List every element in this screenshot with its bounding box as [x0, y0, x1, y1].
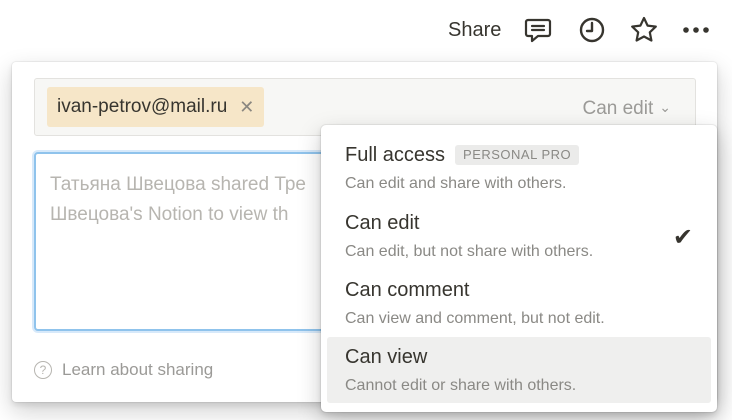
option-description: Can edit and share with others. [345, 175, 567, 192]
option-title: Can view [345, 343, 427, 371]
chip-email: ivan-petrov@mail.ru [57, 96, 228, 117]
menu-option-can-view[interactable]: Can view Cannot edit or share with other… [327, 337, 711, 403]
permission-select[interactable]: Can edit ⌄ [582, 93, 671, 121]
close-icon[interactable]: ✕ [239, 97, 254, 118]
menu-option-can-edit[interactable]: Can edit Can edit, but not share with ot… [327, 203, 711, 269]
more-icon[interactable] [680, 14, 712, 46]
option-title-text: Can edit [345, 212, 420, 234]
option-description: Can view and comment, but not edit. [345, 310, 605, 327]
option-title-text: Full access [345, 144, 446, 166]
comment-icon[interactable] [522, 14, 554, 46]
checkmark-icon: ✔ [672, 224, 693, 251]
learn-label: Learn about sharing [62, 360, 214, 379]
option-title-text: Can comment [345, 279, 470, 301]
chevron-down-icon: ⌄ [659, 99, 671, 115]
menu-option-can-comment[interactable]: Can comment Can view and comment, but no… [327, 270, 711, 336]
option-title-text: Can view [345, 346, 428, 368]
help-icon: ? [34, 361, 52, 379]
option-title: Can comment [345, 276, 470, 304]
email-chip: ivan-petrov@mail.ru ✕ [47, 87, 265, 127]
option-description: Cannot edit or share with others. [345, 377, 577, 394]
option-title: Full access PERSONAL PRO [345, 141, 580, 169]
share-button[interactable]: Share [440, 14, 509, 46]
plan-badge: PERSONAL PRO [455, 145, 580, 165]
permission-value: Can edit [582, 98, 654, 119]
topbar: Share [0, 0, 732, 60]
learn-about-sharing-link[interactable]: ? Learn about sharing [34, 358, 213, 382]
option-title: Can edit [345, 209, 420, 237]
permission-menu: Full access PERSONAL PRO Can edit and sh… [321, 125, 717, 412]
option-description: Can edit, but not share with others. [345, 243, 594, 260]
menu-option-full-access[interactable]: Full access PERSONAL PRO Can edit and sh… [327, 135, 711, 201]
star-icon[interactable] [628, 14, 660, 46]
clock-icon[interactable] [576, 14, 608, 46]
